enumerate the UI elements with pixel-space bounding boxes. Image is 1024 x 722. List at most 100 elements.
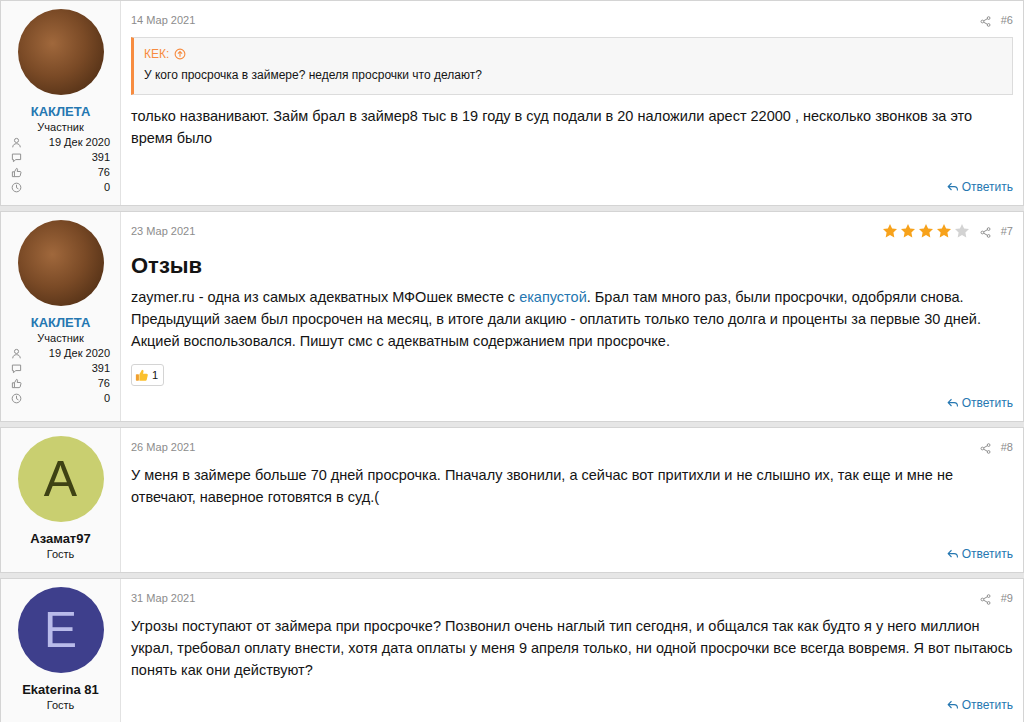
post-main: 26 Мар 2021 #8 У меня в займере больше 70 … (121, 428, 1023, 572)
reply-button[interactable]: Ответить (947, 545, 1013, 563)
user-stat: 391 (1, 150, 120, 165)
quote-author[interactable]: КЕК: (144, 44, 1002, 64)
share-icon (980, 594, 991, 605)
post-number[interactable]: #6 (1001, 11, 1013, 29)
reply-label[interactable]: Ответить (962, 545, 1013, 563)
post-number[interactable]: #8 (1001, 438, 1013, 456)
user-stat: 0 (1, 180, 120, 195)
user-role: Гость (1, 698, 120, 713)
clock-icon (11, 182, 22, 193)
stat-value: 0 (104, 180, 110, 195)
body-text: zaymer.ru - одна из самых адекватных МФО… (131, 289, 519, 305)
username[interactable]: КАКЛЕТА (1, 314, 120, 331)
user-cell: КАКЛЕТАУчастник19 Дек 2020391760 (1, 1, 121, 205)
user-icon (11, 348, 22, 359)
star-icon (954, 223, 970, 239)
comment-icon (11, 152, 22, 163)
username[interactable]: Азамат97 (1, 530, 120, 547)
stat-value: 0 (104, 391, 110, 406)
user-cell: КАКЛЕТАУчастник19 Дек 2020391760 (1, 212, 121, 421)
star-icon (918, 223, 934, 239)
body-text: У меня в займере больше 70 дней просрочк… (131, 467, 953, 505)
share-icon (980, 227, 991, 238)
share-button[interactable] (980, 589, 991, 607)
reply-button[interactable]: Ответить (947, 394, 1013, 412)
avatar-photo[interactable] (18, 220, 104, 306)
post-title: Отзыв (131, 252, 1013, 280)
post-date[interactable]: 31 Мар 2021 (131, 589, 195, 607)
reply-icon (947, 397, 959, 409)
post-body: У меня в займере больше 70 дней просрочк… (131, 464, 1013, 508)
post-footer: Ответить (131, 688, 1013, 714)
avatar-initial: E (44, 605, 77, 655)
user-stat: 76 (1, 376, 120, 391)
stat-value: 76 (98, 376, 110, 391)
reply-button[interactable]: Ответить (947, 696, 1013, 714)
avatar-letter[interactable]: E (18, 587, 104, 673)
stat-value: 19 Дек 2020 (49, 346, 110, 361)
reply-label[interactable]: Ответить (962, 394, 1013, 412)
post-body: Угрозы поступают от займера при просрочк… (131, 615, 1013, 681)
username[interactable]: КАКЛЕТА (1, 103, 120, 120)
body-text: только названивают. Займ брал в займер8 … (131, 108, 972, 146)
share-icon (980, 443, 991, 454)
username[interactable]: Ekaterina 81 (1, 681, 120, 698)
reply-icon (947, 699, 959, 711)
reaction-count: 1 (152, 366, 158, 384)
reaction-badge[interactable]: 1 (131, 364, 164, 386)
share-button[interactable] (980, 11, 991, 29)
reply-button[interactable]: Ответить (947, 178, 1013, 196)
stat-value: 19 Дек 2020 (49, 135, 110, 150)
share-button[interactable] (980, 438, 991, 456)
user-stat: 391 (1, 361, 120, 376)
clock-icon (11, 393, 22, 404)
avatar-initial: A (44, 454, 77, 504)
post-number[interactable]: #9 (1001, 589, 1013, 607)
post-date[interactable]: 26 Мар 2021 (131, 438, 195, 456)
star-icon (936, 223, 952, 239)
thumbs-up-icon (11, 167, 22, 178)
quote-text: У кого просрочка в займере? неделя проср… (144, 64, 1002, 86)
quote-author-name[interactable]: КЕК: (144, 44, 169, 64)
user-cell: E Ekaterina 81Гость (1, 579, 121, 722)
post-header: 31 Мар 2021 #9 (131, 589, 1013, 607)
post-header-right: #8 (980, 438, 1013, 456)
user-stat: 0 (1, 391, 120, 406)
post-header: 26 Мар 2021 #8 (131, 438, 1013, 456)
post-header: 23 Мар 2021 #7 (131, 222, 1013, 240)
star-icon (900, 223, 916, 239)
forum-post: КАКЛЕТАУчастник19 Дек 202039176023 Мар 2… (0, 211, 1024, 422)
avatar-letter[interactable]: A (18, 436, 104, 522)
share-button[interactable] (980, 222, 991, 240)
post-footer: Ответить (131, 537, 1013, 563)
forum-post: КАКЛЕТАУчастник19 Дек 202039176014 Мар 2… (0, 0, 1024, 206)
post-header: 14 Мар 2021 #6 (131, 11, 1013, 29)
post-body: zaymer.ru - одна из самых адекватных МФО… (131, 286, 1013, 352)
post-number[interactable]: #7 (1001, 222, 1013, 240)
body-link[interactable]: екапустой (519, 289, 587, 305)
reply-label[interactable]: Ответить (962, 696, 1013, 714)
star-icon (882, 223, 898, 239)
post-date[interactable]: 14 Мар 2021 (131, 11, 195, 29)
user-role: Гость (1, 547, 120, 562)
post-main: 14 Мар 2021 #6 КЕК:У кого просрочка в займ… (121, 1, 1023, 205)
body-text: Угрозы поступают от займера при просрочк… (131, 618, 1013, 678)
quote-box: КЕК:У кого просрочка в займере? неделя п… (131, 37, 1013, 95)
rating-stars (882, 223, 970, 239)
avatar-photo[interactable] (18, 9, 104, 95)
reactions-bar: 1 (131, 364, 1013, 386)
post-date[interactable]: 23 Мар 2021 (131, 222, 195, 240)
user-icon (11, 137, 22, 148)
post-header-right: #9 (980, 589, 1013, 607)
reply-icon (947, 181, 959, 193)
post-footer: Ответить (131, 386, 1013, 412)
thumbs-up-icon (135, 368, 149, 382)
user-stat: 19 Дек 2020 (1, 135, 120, 150)
post-header-right: #6 (980, 11, 1013, 29)
reply-label[interactable]: Ответить (962, 178, 1013, 196)
post-main: 31 Мар 2021 #9 Угрозы поступают от займера… (121, 579, 1023, 722)
post-body: только названивают. Займ брал в займер8 … (131, 105, 1013, 149)
thumbs-up-icon (11, 378, 22, 389)
comment-icon (11, 363, 22, 374)
user-cell: A Азамат97Гость (1, 428, 121, 572)
